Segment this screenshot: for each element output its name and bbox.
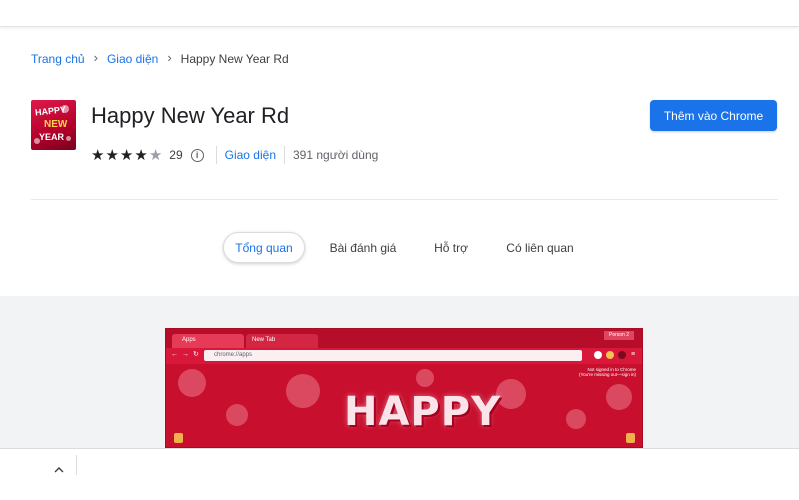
add-to-chrome-button[interactable]: Thêm vào Chrome [650, 100, 777, 131]
lantern-icon [174, 433, 183, 443]
extension-title: Happy New Year Rd [91, 103, 290, 128]
star-empty-icon: ★ [148, 146, 163, 164]
tab-overview[interactable]: Tổng quan [223, 232, 305, 263]
reload-icon: ↻ [193, 351, 199, 358]
chevron-right-icon: › [167, 50, 172, 65]
tab-bar: Tổng quan Bài đánh giá Hỗ trợ Có liên qu… [0, 232, 799, 264]
chevron-right-icon: › [93, 50, 98, 65]
theme-signin-note-line2: (You're missing out—sign in) [579, 372, 636, 377]
lantern-icon [626, 433, 635, 443]
tab-related[interactable]: Có liên quan [500, 232, 580, 263]
star-filled-icon: ★ [134, 146, 148, 164]
extension-meta: ★ ★ ★ ★ ★ 29 i Giao diện 391 người dùng [91, 146, 378, 164]
star-filled-icon: ★ [119, 146, 134, 164]
rating-stars[interactable]: ★ ★ ★ ★ ★ [91, 148, 163, 163]
breadcrumb-current: Happy New Year Rd [180, 51, 289, 66]
extension-icon [594, 351, 602, 359]
theme-screenshot[interactable]: Apps New Tab Person 2 ← → ↻ chrome://app… [165, 328, 643, 448]
breadcrumb-category-link[interactable]: Giao diện [107, 52, 158, 66]
star-filled-icon: ★ [105, 146, 119, 164]
bottom-bar [0, 448, 799, 500]
extension-icon [606, 351, 614, 359]
breadcrumb-home-link[interactable]: Trang chủ [31, 52, 85, 66]
section-divider [31, 199, 778, 200]
extension-icon [618, 351, 626, 359]
theme-tab-newtab: New Tab [246, 334, 318, 348]
chevron-up-icon[interactable] [52, 462, 66, 476]
logo-word-happy: HAPPY [34, 104, 67, 118]
logo-word-year: YEAR [39, 132, 65, 142]
star-filled-icon: ★ [91, 146, 105, 164]
divider [284, 146, 285, 164]
tab-support[interactable]: Hỗ trợ [425, 232, 477, 263]
top-bar [0, 0, 799, 27]
divider [215, 146, 217, 164]
breadcrumb: Trang chủ › Giao diện › Happy New Year R… [31, 50, 289, 66]
logo-word-new: NEW [44, 119, 68, 130]
forward-icon: → [182, 351, 189, 358]
back-icon: ← [171, 351, 178, 358]
theme-omnibox: chrome://apps [204, 350, 582, 361]
theme-person-badge: Person 2 [604, 331, 634, 340]
info-icon[interactable]: i [190, 148, 204, 162]
theme-tab-apps: Apps [172, 334, 244, 348]
theme-headline: HAPPY [344, 389, 502, 435]
rating-count[interactable]: 29 [169, 148, 182, 162]
extension-logo: HAPPY NEW YEAR [31, 100, 76, 150]
tab-reviews[interactable]: Bài đánh giá [323, 232, 403, 263]
theme-signin-note: Not signed in to Chrome (You're missing … [579, 367, 636, 377]
category-link[interactable]: Giao diện [225, 148, 276, 162]
divider [76, 455, 77, 475]
user-count: 391 người dùng [293, 148, 379, 162]
menu-icon: ≡ [631, 351, 636, 358]
